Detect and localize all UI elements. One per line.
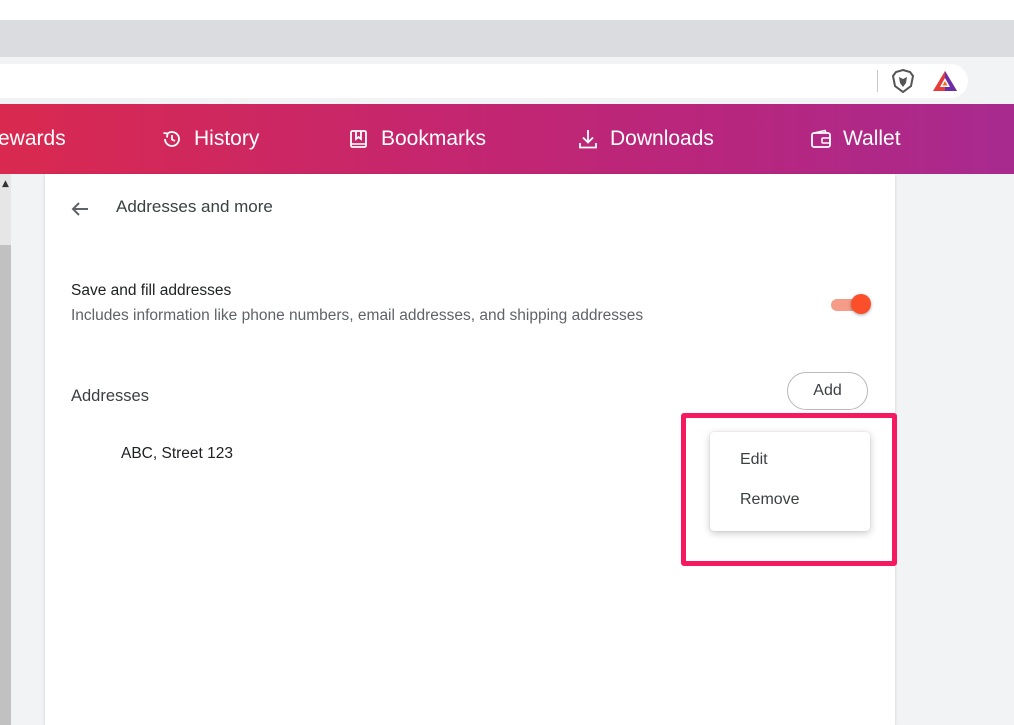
nav-bookmarks[interactable]: Bookmarks	[348, 104, 486, 174]
nav-downloads[interactable]: Downloads	[577, 104, 714, 174]
add-address-button[interactable]: Add	[787, 372, 868, 410]
left-scrollbar-thumb[interactable]	[0, 245, 11, 725]
menu-item-edit[interactable]: Edit	[740, 451, 768, 469]
nav-rewards-label: ewards	[0, 127, 66, 150]
address-context-menu: Edit Remove	[710, 432, 870, 531]
brave-shield-icon[interactable]	[890, 68, 916, 94]
menu-item-remove[interactable]: Remove	[740, 491, 800, 509]
save-addresses-description: Includes information like phone numbers,…	[71, 307, 644, 324]
nav-wallet[interactable]: Wallet	[810, 104, 901, 174]
wallet-icon	[811, 129, 831, 148]
toolbar-separator	[877, 70, 878, 92]
addresses-heading: Addresses	[71, 387, 149, 405]
back-arrow-icon[interactable]	[69, 198, 91, 220]
address-list-item: ABC, Street 123	[121, 445, 234, 462]
save-addresses-toggle[interactable]	[831, 294, 871, 316]
downloads-icon	[579, 130, 597, 149]
settings-navbar: ewards History Bookmarks Downloads Walle…	[0, 104, 1014, 174]
save-addresses-label: Save and fill addresses	[71, 282, 232, 299]
history-icon	[163, 131, 180, 147]
nav-wallet-label: Wallet	[843, 127, 901, 150]
nav-bookmarks-label: Bookmarks	[381, 127, 487, 150]
page-title: Addresses and more	[116, 197, 273, 216]
bookmarks-icon	[350, 130, 367, 148]
address-bar[interactable]	[0, 64, 968, 98]
scroll-up-arrow-icon[interactable]: ▲	[0, 178, 11, 190]
nav-downloads-label: Downloads	[610, 127, 714, 150]
nav-rewards[interactable]: ewards	[0, 104, 66, 174]
toggle-knob	[851, 294, 871, 314]
bat-rewards-icon[interactable]	[932, 69, 958, 93]
nav-history-label: History	[194, 127, 260, 150]
window-top	[0, 0, 1014, 20]
nav-history[interactable]: History	[161, 104, 259, 174]
tab-strip	[0, 20, 1014, 57]
